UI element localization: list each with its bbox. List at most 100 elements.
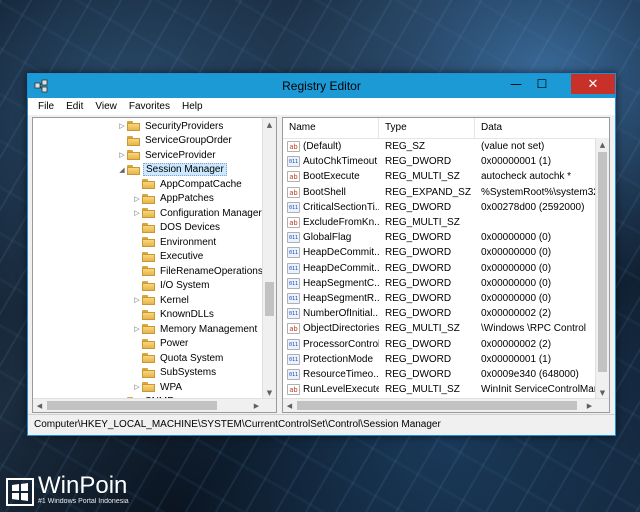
title-bar[interactable]: Registry Editor — ☐ ✕ xyxy=(28,74,615,98)
value-row[interactable]: ab ExcludeFromKn... REG_MULTI_SZ xyxy=(283,215,609,230)
value-data-cell: 0x00000000 (0) xyxy=(481,232,552,244)
column-header-name[interactable]: Name xyxy=(283,118,379,138)
column-header-type[interactable]: Type xyxy=(379,118,475,138)
expand-arrow-icon[interactable]: ▷ xyxy=(132,195,142,203)
close-button[interactable]: ✕ xyxy=(571,74,615,94)
tree-node-label[interactable]: SubSystems xyxy=(158,367,218,378)
tree-node-label[interactable]: SecurityProviders xyxy=(143,121,225,132)
tree-vertical-scrollbar[interactable]: ▲ ▼ xyxy=(262,118,276,399)
value-row[interactable]: 011 ProcessorControl REG_DWORD 0x00000002 (… xyxy=(283,336,609,351)
tree-node[interactable]: AppCompatCache xyxy=(33,177,276,192)
minimize-button[interactable]: — xyxy=(503,74,529,94)
tree-node[interactable]: ▷ ServiceProvider xyxy=(33,148,276,163)
value-row[interactable]: 011 ResourceTimeo... REG_DWORD 0x0009e340 (… xyxy=(283,367,609,382)
value-data-cell: 0x00000000 (0) xyxy=(481,277,552,289)
menu-edit[interactable]: Edit xyxy=(60,101,89,112)
menu-view[interactable]: View xyxy=(89,101,123,112)
expand-arrow-icon[interactable]: ▷ xyxy=(132,383,142,391)
tree-node-label[interactable]: DOS Devices xyxy=(158,222,222,233)
maximize-button[interactable]: ☐ xyxy=(529,74,555,94)
expand-arrow-icon[interactable]: ◢ xyxy=(117,166,127,174)
scroll-left-arrow-icon[interactable]: ◀ xyxy=(283,399,296,412)
scroll-left-arrow-icon[interactable]: ◀ xyxy=(33,399,46,412)
tree-node-label[interactable]: Environment xyxy=(158,237,218,248)
tree-node[interactable]: ▷ WPA xyxy=(33,380,276,395)
value-row[interactable]: 011 HeapDeCommit... REG_DWORD 0x00000000 (0… xyxy=(283,261,609,276)
tree-node[interactable]: Quota System xyxy=(33,351,276,366)
value-row[interactable]: ab BootExecute REG_MULTI_SZ autocheck autoc… xyxy=(283,169,609,184)
expand-arrow-icon[interactable]: ▷ xyxy=(132,296,142,304)
tree-node-label[interactable]: Quota System xyxy=(158,353,225,364)
tree-node-label[interactable]: FileRenameOperations xyxy=(158,266,265,277)
menu-favorites[interactable]: Favorites xyxy=(123,101,176,112)
column-header-data[interactable]: Data xyxy=(475,118,595,138)
value-row[interactable]: ab BootShell REG_EXPAND_SZ %SystemRoot%\sys… xyxy=(283,185,609,200)
menu-file[interactable]: File xyxy=(32,101,60,112)
scroll-up-arrow-icon[interactable]: ▲ xyxy=(596,138,609,151)
list-hscroll-thumb[interactable] xyxy=(297,401,577,410)
tree-node-label[interactable]: Memory Management xyxy=(158,324,259,335)
tree-node-label[interactable]: Configuration Manager xyxy=(158,208,264,219)
value-name-cell: 011 ProtectionMode xyxy=(283,353,379,365)
expand-arrow-icon[interactable]: ▷ xyxy=(132,325,142,333)
tree-node[interactable]: ▷ SecurityProviders xyxy=(33,119,276,134)
scroll-right-arrow-icon[interactable]: ▶ xyxy=(583,399,596,412)
tree-node[interactable]: Executive xyxy=(33,250,276,265)
list-vertical-scrollbar[interactable]: ▲ ▼ xyxy=(595,138,609,399)
value-row[interactable]: 011 HeapSegmentR... REG_DWORD 0x00000000 (0… xyxy=(283,291,609,306)
tree-node[interactable]: DOS Devices xyxy=(33,221,276,236)
tree-horizontal-scrollbar[interactable]: ◀ ▶ xyxy=(33,398,276,412)
tree-node[interactable]: ▷ Memory Management xyxy=(33,322,276,337)
tree-node-label[interactable]: Kernel xyxy=(158,295,191,306)
string-value-icon: ab xyxy=(287,217,300,229)
value-data-cell: 0x0009e340 (648000) xyxy=(481,368,579,380)
value-row[interactable]: 011 HeapSegmentC... REG_DWORD 0x00000000 (0… xyxy=(283,276,609,291)
value-row[interactable]: 011 ProtectionMode REG_DWORD 0x00000001 (1) xyxy=(283,352,609,367)
tree-node-label[interactable]: KnownDLLs xyxy=(158,309,216,320)
tree-node[interactable]: I/O System xyxy=(33,279,276,294)
value-row[interactable]: 011 AutoChkTimeout REG_DWORD 0x00000001 (1) xyxy=(283,154,609,169)
tree-node[interactable]: ServiceGroupOrder xyxy=(33,134,276,149)
key-tree-pane[interactable]: ▷ SecurityProviders ServiceGroupOrder ▷ Serv… xyxy=(32,117,277,413)
expand-arrow-icon[interactable]: ▷ xyxy=(117,151,127,159)
value-name-cell: 011 AutoChkTimeout xyxy=(283,156,379,168)
tree-node-label[interactable]: Power xyxy=(158,338,190,349)
tree-node-label[interactable]: WPA xyxy=(158,382,184,393)
scroll-up-arrow-icon[interactable]: ▲ xyxy=(263,118,276,131)
values-list-pane[interactable]: Name Type Data ab (Default) REG_SZ (value n… xyxy=(282,117,610,413)
value-row[interactable]: ab ObjectDirectories REG_MULTI_SZ \Windows … xyxy=(283,321,609,336)
tree-node[interactable]: ▷ AppPatches xyxy=(33,192,276,207)
value-row[interactable]: 011 GlobalFlag REG_DWORD 0x00000000 (0) xyxy=(283,230,609,245)
tree-node-label[interactable]: AppCompatCache xyxy=(158,179,244,190)
expand-arrow-icon[interactable]: ▷ xyxy=(132,209,142,217)
expand-arrow-icon[interactable]: ▷ xyxy=(117,122,127,130)
tree-node[interactable]: FileRenameOperations xyxy=(33,264,276,279)
value-row[interactable]: 011 CriticalSectionTi... REG_DWORD 0x00278d… xyxy=(283,200,609,215)
value-row[interactable]: ab (Default) REG_SZ (value not set) xyxy=(283,139,609,154)
tree-node-label[interactable]: I/O System xyxy=(158,280,211,291)
binary-value-icon: 011 xyxy=(287,201,300,213)
tree-scroll-thumb[interactable] xyxy=(265,282,274,316)
folder-icon xyxy=(142,280,155,291)
menu-help[interactable]: Help xyxy=(176,101,209,112)
value-row[interactable]: ab RunLevelExecute REG_MULTI_SZ WinInit Ser… xyxy=(283,382,609,397)
tree-node[interactable]: ▷ Configuration Manager xyxy=(33,206,276,221)
scroll-corner xyxy=(263,399,276,412)
value-row[interactable]: 011 NumberOfInitial... REG_DWORD 0x00000002… xyxy=(283,306,609,321)
tree-node-label[interactable]: ServiceGroupOrder xyxy=(143,135,234,146)
tree-hscroll-thumb[interactable] xyxy=(47,401,217,410)
tree-node[interactable]: SubSystems xyxy=(33,366,276,381)
tree-node-label[interactable]: AppPatches xyxy=(158,193,216,204)
list-scroll-thumb[interactable] xyxy=(598,152,607,372)
value-row[interactable]: 011 HeapDeCommit... REG_DWORD 0x00000000 (0… xyxy=(283,245,609,260)
tree-node[interactable]: ◢ Session Manager xyxy=(33,163,276,178)
scroll-right-arrow-icon[interactable]: ▶ xyxy=(250,399,263,412)
tree-node-label[interactable]: ServiceProvider xyxy=(143,150,218,161)
tree-node[interactable]: ▷ Kernel xyxy=(33,293,276,308)
tree-node-label[interactable]: Executive xyxy=(158,251,205,262)
tree-node[interactable]: Environment xyxy=(33,235,276,250)
tree-node[interactable]: Power xyxy=(33,337,276,352)
tree-node-label[interactable]: Session Manager xyxy=(143,163,227,177)
tree-node[interactable]: KnownDLLs xyxy=(33,308,276,323)
list-horizontal-scrollbar[interactable]: ◀ ▶ xyxy=(283,398,609,412)
